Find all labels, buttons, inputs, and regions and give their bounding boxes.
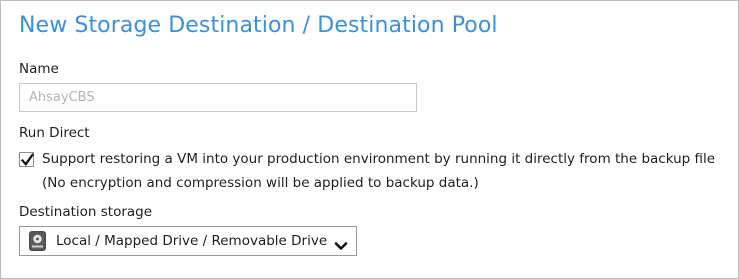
destination-storage-select[interactable]: Local / Mapped Drive / Removable Drive [19,226,357,256]
page-title: New Storage Destination / Destination Po… [19,13,498,38]
chevron-down-icon [334,236,348,250]
name-field[interactable] [19,83,417,112]
run-direct-checkbox[interactable] [19,151,35,167]
storage-destination-panel: New Storage Destination / Destination Po… [0,0,739,279]
destination-storage-label: Destination storage [19,204,153,220]
run-direct-note: (No encryption and compression will be a… [42,175,479,191]
run-direct-checkbox-label[interactable]: Support restoring a VM into your product… [42,151,715,167]
checkmark-icon [20,152,35,166]
name-label: Name [19,61,59,77]
local-drive-icon [28,230,47,252]
run-direct-option[interactable]: Support restoring a VM into your product… [19,149,715,169]
run-direct-label: Run Direct [19,125,90,141]
destination-storage-value: Local / Mapped Drive / Removable Drive [56,233,328,249]
